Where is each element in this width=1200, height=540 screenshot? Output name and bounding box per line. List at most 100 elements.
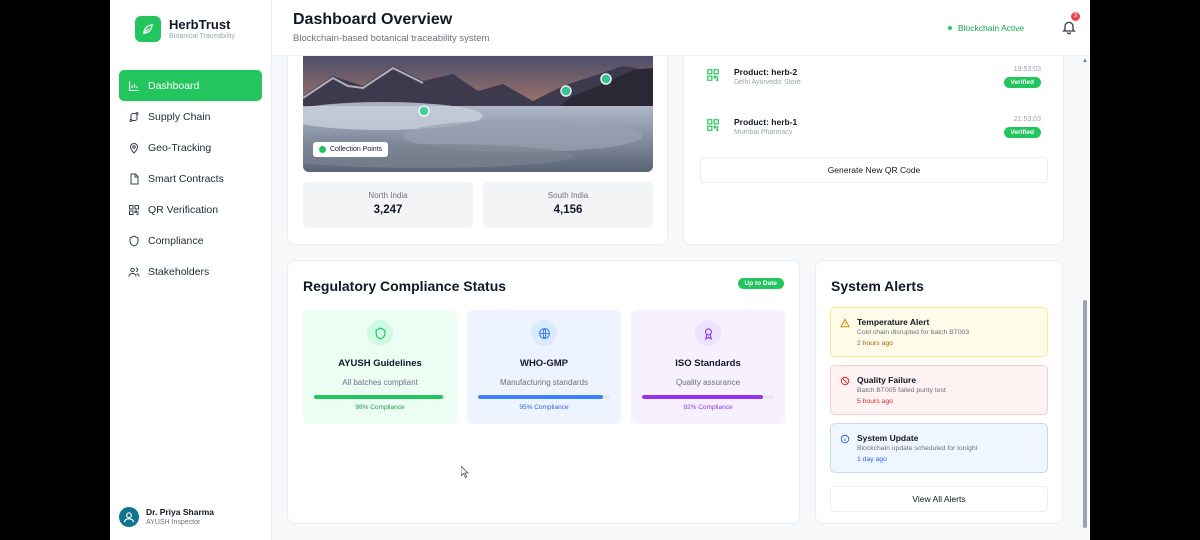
- sidebar-item-smart-contracts[interactable]: Smart Contracts: [119, 163, 262, 194]
- bell-icon[interactable]: [1061, 19, 1077, 35]
- region-value: 4,156: [553, 204, 583, 216]
- alert-time: 5 hours ago: [857, 398, 893, 405]
- progress-fill: [478, 395, 604, 399]
- qr-store: Delhi Ayurvedic Store: [734, 79, 801, 86]
- route-icon: [128, 111, 140, 123]
- generate-qr-button[interactable]: Generate New QR Code: [700, 157, 1048, 183]
- region-stat-south: South India 4,156: [483, 182, 653, 228]
- award-icon: [695, 320, 721, 346]
- page-title: Dashboard Overview: [293, 11, 453, 28]
- alert-desc: Batch BT005 failed purity test: [857, 387, 946, 394]
- user-profile[interactable]: Dr. Priya Sharma AYUSH Inspector: [119, 507, 214, 527]
- alert-time: 1 day ago: [857, 456, 887, 463]
- sidebar-item-qr-verification[interactable]: QR Verification: [119, 194, 262, 225]
- sidebar-nav: Dashboard Supply Chain Geo-Tracking Smar…: [119, 70, 262, 287]
- file-icon: [128, 173, 140, 185]
- compliance-item-who-gmp[interactable]: WHO-GMP Manufacturing standards 95% Comp…: [467, 310, 621, 424]
- qr-verification-card: Product: herb-2 Delhi Ayurvedic Store 19…: [683, 56, 1064, 245]
- qr-time: 19:53:03: [1013, 66, 1041, 73]
- status-dot-icon: [948, 26, 952, 30]
- collection-point-marker[interactable]: [560, 85, 572, 97]
- verified-badge: Verified: [1003, 127, 1041, 138]
- sidebar-item-supply-chain[interactable]: Supply Chain: [119, 101, 262, 132]
- compliance-name: ISO Standards: [675, 358, 741, 369]
- alerts-title: System Alerts: [831, 278, 924, 294]
- compliance-progress: [478, 395, 610, 399]
- system-alerts-card: System Alerts Temperature Alert Cold cha…: [815, 260, 1063, 524]
- badge-label: Collection Points: [330, 146, 383, 153]
- alert-title: System Update: [857, 433, 919, 443]
- compliance-name: AYUSH Guidelines: [338, 358, 422, 369]
- compliance-percent: 92% Compliance: [683, 404, 733, 411]
- qr-icon: [128, 204, 140, 216]
- progress-fill: [314, 395, 444, 399]
- sidebar-item-stakeholders[interactable]: Stakeholders: [119, 256, 262, 287]
- sidebar-item-geo-tracking[interactable]: Geo-Tracking: [119, 132, 262, 163]
- map-pin-icon: [128, 142, 140, 154]
- progress-fill: [642, 395, 764, 399]
- sidebar-item-compliance[interactable]: Compliance: [119, 225, 262, 256]
- compliance-percent: 95% Compliance: [519, 404, 569, 411]
- compliance-title: Regulatory Compliance Status: [303, 278, 507, 294]
- compliance-name: WHO-GMP: [519, 358, 569, 369]
- view-all-alerts-button[interactable]: View All Alerts: [830, 486, 1048, 512]
- collection-point-marker[interactable]: [600, 73, 612, 85]
- alert-item-temperature[interactable]: Temperature Alert Cold chain disrupted f…: [830, 307, 1048, 357]
- compliance-percent: 98% Compliance: [355, 404, 405, 411]
- collection-point-marker[interactable]: [418, 105, 430, 117]
- chart-icon: [128, 80, 140, 92]
- scroll-up-arrow-icon[interactable]: ▲: [1082, 58, 1088, 64]
- mouse-cursor-icon: [461, 466, 469, 478]
- region-label: South India: [547, 191, 589, 200]
- sidebar-item-label: Compliance: [148, 234, 204, 247]
- alert-item-quality[interactable]: Quality Failure Batch BT005 failed purit…: [830, 365, 1048, 415]
- brand-subtitle: Botanical Traceability: [169, 32, 236, 40]
- up-to-date-badge: Up to Date: [737, 278, 784, 289]
- app-window: HerbTrust Botanical Traceability Dashboa…: [110, 0, 1090, 540]
- qr-list-item[interactable]: Product: herb-2 Delhi Ayurvedic Store 19…: [706, 64, 1041, 104]
- alert-time: 2 hours ago: [857, 340, 893, 347]
- brand[interactable]: HerbTrust Botanical Traceability: [135, 16, 235, 42]
- compliance-desc: Quality assurance: [675, 378, 741, 387]
- shield-icon: [367, 320, 393, 346]
- qr-time: 21:53:03: [1013, 116, 1041, 123]
- qr-store: Mumbai Pharmacy: [734, 129, 793, 136]
- collection-points-badge: Collection Points: [313, 142, 389, 157]
- blockchain-status: Blockchain Active: [948, 23, 1024, 33]
- compliance-item-iso[interactable]: ISO Standards Quality assurance 92% Comp…: [631, 310, 785, 424]
- compliance-progress: [642, 395, 774, 399]
- geo-tracking-card: Collection Points North India 3,247 Sout…: [287, 56, 668, 245]
- scrollbar-thumb[interactable]: [1083, 300, 1087, 528]
- compliance-desc: All batches compliant: [342, 378, 418, 387]
- user-name: Dr. Priya Sharma: [146, 507, 215, 517]
- sidebar-item-label: Supply Chain: [148, 110, 211, 123]
- verified-badge: Verified: [1003, 77, 1041, 88]
- compliance-item-ayush[interactable]: AYUSH Guidelines All batches compliant 9…: [303, 310, 457, 424]
- qr-product: Product: herb-1: [734, 117, 798, 127]
- info-icon: [840, 434, 850, 444]
- sidebar-item-dashboard[interactable]: Dashboard: [119, 70, 262, 101]
- alert-desc: Cold chain disrupted for batch BT003: [857, 329, 970, 336]
- avatar: [119, 507, 139, 527]
- users-icon: [128, 266, 140, 278]
- qr-product: Product: herb-2: [734, 67, 798, 77]
- collection-map[interactable]: Collection Points: [303, 56, 653, 172]
- region-stat-north: North India 3,247: [303, 182, 473, 228]
- ban-icon: [840, 376, 850, 386]
- globe-icon: [531, 320, 557, 346]
- qr-list-item[interactable]: Product: herb-1 Mumbai Pharmacy 21:53:03…: [706, 114, 1041, 154]
- sidebar-item-label: Geo-Tracking: [148, 141, 212, 154]
- user-role: AYUSH Inspector: [146, 519, 201, 526]
- region-value: 3,247: [373, 204, 403, 216]
- compliance-desc: Manufacturing standards: [499, 378, 589, 387]
- header: Dashboard Overview Blockchain-based bota…: [272, 0, 1090, 56]
- sidebar-item-label: Stakeholders: [148, 265, 210, 278]
- qr-icon: [707, 69, 719, 81]
- alert-item-system-update[interactable]: System Update Blockchain update schedule…: [830, 423, 1048, 473]
- leaf-logo-icon: [135, 16, 161, 42]
- page-subtitle: Blockchain-based botanical traceability …: [293, 33, 490, 44]
- compliance-card: Regulatory Compliance Status Up to Date …: [287, 260, 800, 524]
- main-content: Collection Points North India 3,247 Sout…: [272, 56, 1090, 540]
- brand-name: HerbTrust: [169, 16, 231, 32]
- shield-icon: [128, 234, 140, 247]
